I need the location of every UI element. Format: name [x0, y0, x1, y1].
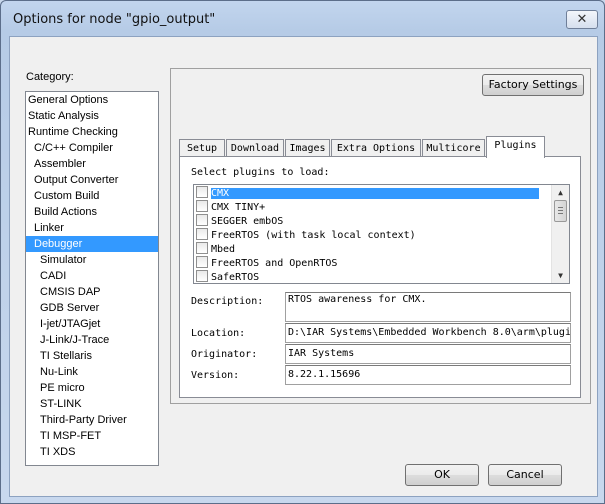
checkbox-icon[interactable]: [196, 242, 208, 254]
originator-field: IAR Systems: [285, 344, 571, 364]
plugin-item[interactable]: SafeRTOS: [196, 270, 551, 283]
category-item[interactable]: ST-LINK: [26, 396, 158, 412]
version-label: Version:: [191, 370, 240, 381]
select-plugins-label: Select plugins to load:: [191, 167, 330, 178]
version-field: 8.22.1.15696: [285, 365, 571, 385]
tab-images[interactable]: Images: [285, 139, 330, 157]
plugin-item[interactable]: FreeRTOS (with task local context): [196, 228, 551, 242]
dialog-title: Options for node "gpio_output": [13, 12, 216, 27]
category-item[interactable]: General Options: [26, 92, 158, 108]
plugin-list[interactable]: CMX CMX TINY+ SEGGER embOS FreeRTOS (wit…: [193, 184, 570, 284]
close-icon[interactable]: ✕: [566, 10, 598, 29]
category-item[interactable]: Build Actions: [26, 204, 158, 220]
dialog-body: Category: General Options Static Analysis…: [9, 36, 598, 497]
grip-line: [558, 210, 563, 211]
category-item[interactable]: Simulator: [26, 252, 158, 268]
category-item[interactable]: Assembler: [26, 156, 158, 172]
tab-download[interactable]: Download: [226, 139, 284, 157]
plugin-item[interactable]: CMX TINY+: [196, 200, 551, 214]
options-panel: Factory Settings Setup Download Images E…: [170, 68, 591, 404]
checkbox-icon[interactable]: [196, 200, 208, 212]
plugin-item[interactable]: FreeRTOS and OpenRTOS: [196, 256, 551, 270]
description-field: RTOS awareness for CMX.: [285, 292, 571, 322]
category-item[interactable]: J-Link/J-Trace: [26, 332, 158, 348]
category-item[interactable]: Custom Build: [26, 188, 158, 204]
tab-extra-options[interactable]: Extra Options: [331, 139, 421, 157]
category-item[interactable]: CADI: [26, 268, 158, 284]
options-dialog: Options for node "gpio_output" ✕ Categor…: [0, 0, 605, 504]
plugin-item[interactable]: SEGGER embOS: [196, 214, 551, 228]
location-label: Location:: [191, 328, 246, 339]
ok-button[interactable]: OK: [405, 464, 479, 486]
category-item[interactable]: Linker: [26, 220, 158, 236]
cancel-button[interactable]: Cancel: [488, 464, 562, 486]
description-label: Description:: [191, 296, 264, 307]
plugin-list-scrollbar[interactable]: ▲ ▼: [551, 185, 569, 283]
factory-settings-button[interactable]: Factory Settings: [482, 74, 584, 96]
checkbox-icon[interactable]: [196, 214, 208, 226]
category-item[interactable]: CMSIS DAP: [26, 284, 158, 300]
category-item[interactable]: Static Analysis: [26, 108, 158, 124]
category-item[interactable]: TI XDS: [26, 444, 158, 460]
category-item[interactable]: I-jet/JTAGjet: [26, 316, 158, 332]
category-item[interactable]: Nu-Link: [26, 364, 158, 380]
tab-setup[interactable]: Setup: [179, 139, 225, 157]
category-item[interactable]: GDB Server: [26, 300, 158, 316]
plugin-item[interactable]: Mbed: [196, 242, 551, 256]
category-item[interactable]: TI MSP-FET: [26, 428, 158, 444]
scroll-down-arrow-icon[interactable]: ▼: [554, 269, 567, 282]
location-field[interactable]: D:\IAR Systems\Embedded Workbench 8.0\ar…: [285, 323, 571, 343]
tab-plugins[interactable]: Plugins: [486, 136, 545, 158]
category-item[interactable]: Debugger: [26, 236, 158, 252]
category-item[interactable]: TI Stellaris: [26, 348, 158, 364]
category-item[interactable]: C/C++ Compiler: [26, 140, 158, 156]
scroll-up-arrow-icon[interactable]: ▲: [554, 186, 567, 199]
category-item[interactable]: Third-Party Driver: [26, 412, 158, 428]
category-item[interactable]: Output Converter: [26, 172, 158, 188]
checkbox-icon[interactable]: [196, 186, 208, 198]
category-item[interactable]: PE micro: [26, 380, 158, 396]
category-list[interactable]: General Options Static Analysis Runtime Ch…: [25, 91, 159, 466]
plugin-item[interactable]: CMX: [196, 186, 551, 200]
plugins-tab-page: Select plugins to load: CMX CMX TINY+ SE…: [179, 156, 581, 398]
checkbox-icon[interactable]: [196, 228, 208, 240]
scrollbar-thumb[interactable]: [554, 200, 567, 222]
checkbox-icon[interactable]: [196, 270, 208, 282]
category-label: Category:: [26, 71, 74, 83]
category-item[interactable]: Runtime Checking: [26, 124, 158, 140]
checkbox-icon[interactable]: [196, 256, 208, 268]
originator-label: Originator:: [191, 349, 258, 360]
grip-line: [558, 213, 563, 214]
tab-multicore[interactable]: Multicore: [422, 139, 485, 157]
grip-line: [558, 207, 563, 208]
